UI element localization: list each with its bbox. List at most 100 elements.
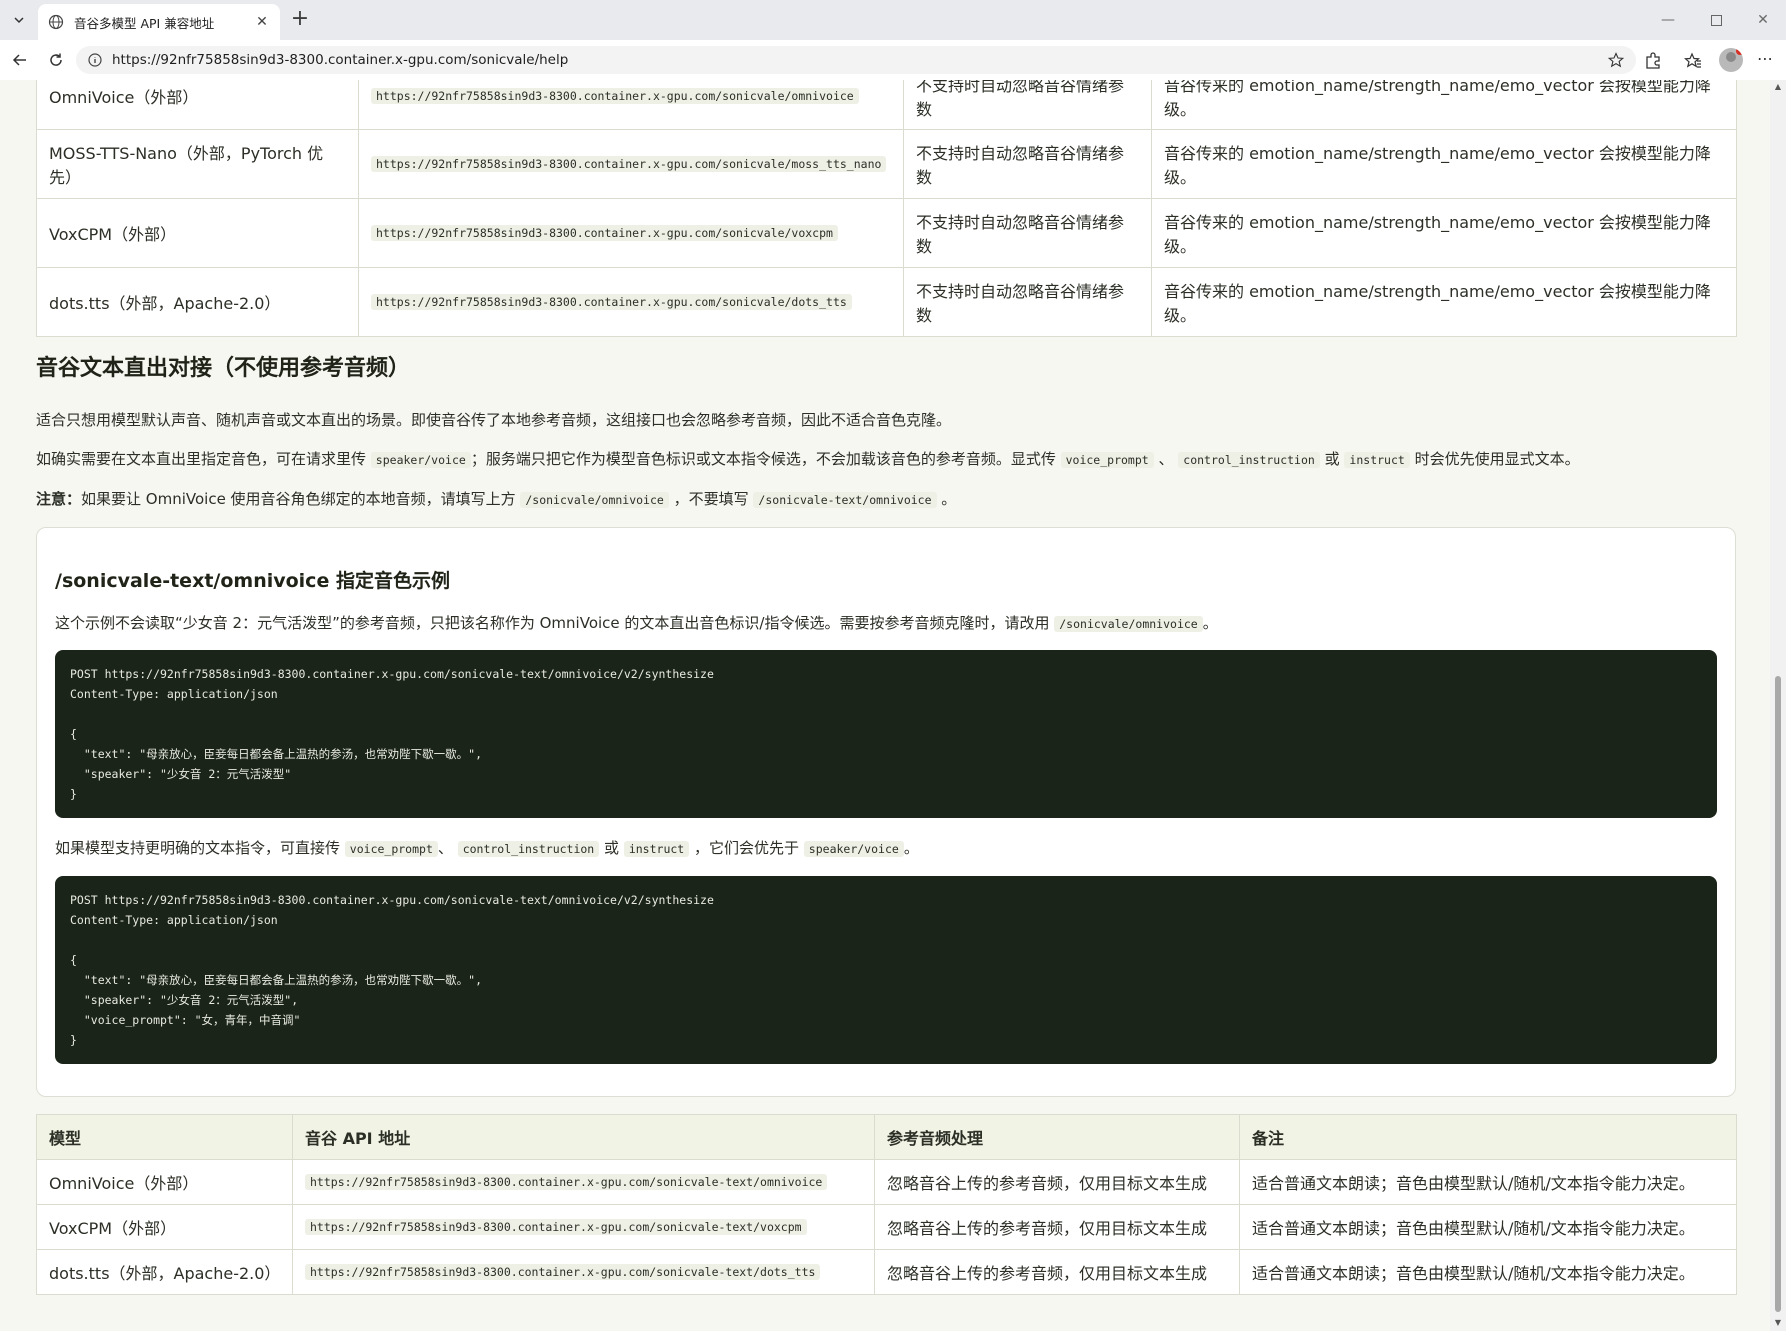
back-arrow-icon[interactable] <box>8 48 32 72</box>
inline-code: instruct <box>623 841 690 857</box>
table-row: MOSS-TTS-Nano（外部，PyTorch 优先） https://92n… <box>36 129 1737 199</box>
table-row: OmniVoice（外部） https://92nfr75858sin9d3-8… <box>36 80 1737 130</box>
scroll-down-arrow-icon[interactable]: ▼ <box>1773 1318 1783 1327</box>
note-cell: 适合普通文本朗读；音色由模型默认/随机/文本指令能力决定。 <box>1239 1249 1737 1295</box>
table-row: dots.tts（外部，Apache-2.0） https://92nfr758… <box>36 1249 1737 1295</box>
section-paragraph-2: 如确实需要在文本直出里指定音色，可在请求里传 speaker/voice ；服务端… <box>36 448 1580 472</box>
browser-tab-active[interactable]: 音谷多模型 API 兼容地址 ✕ <box>38 4 280 40</box>
model-cell: MOSS-TTS-Nano（外部，PyTorch 优先） <box>36 129 359 199</box>
scroll-up-arrow-icon[interactable]: ▲ <box>1773 82 1783 91</box>
profile-avatar[interactable] <box>1719 48 1743 72</box>
table-row: dots.tts（外部，Apache-2.0） https://92nfr758… <box>36 267 1737 337</box>
inline-code: control_instruction <box>1178 452 1320 468</box>
globe-icon <box>48 14 64 30</box>
api-url: https://92nfr75858sin9d3-8300.container.… <box>305 1174 828 1190</box>
handling-cell: 不支持时自动忽略音谷情绪参数 <box>903 80 1152 130</box>
tab-list-chevron-icon[interactable] <box>0 0 38 40</box>
table-header-row: 模型 音谷 API 地址 参考音频处理 备注 <box>36 1114 1737 1160</box>
code-block-example-2[interactable]: POST https://92nfr75858sin9d3-8300.conta… <box>55 876 1717 1064</box>
text-fragment: ，不要填写 <box>673 490 749 508</box>
url-cell: https://92nfr75858sin9d3-8300.container.… <box>292 1204 875 1250</box>
note-cell: 音谷传来的 emotion_name/strength_name/emo_vec… <box>1151 198 1737 268</box>
text-fragment: 时会优先使用显式文本。 <box>1414 450 1580 468</box>
model-cell: dots.tts（外部，Apache-2.0） <box>36 267 359 337</box>
reload-icon[interactable] <box>44 48 68 72</box>
url-cell: https://92nfr75858sin9d3-8300.container.… <box>358 267 904 337</box>
column-header: 音谷 API 地址 <box>292 1114 875 1160</box>
inline-code: /sonicvale-text/omnivoice <box>753 492 937 508</box>
text-fragment: ，它们会优先于 <box>694 839 800 857</box>
text-fragment: 或 <box>604 839 620 857</box>
model-cell: OmniVoice（外部） <box>36 1159 293 1205</box>
note-label: 注意： <box>36 490 82 508</box>
column-header: 备注 <box>1239 1114 1737 1160</box>
inline-code: speaker/voice <box>803 841 904 857</box>
window-close-icon[interactable]: ✕ <box>1740 0 1786 40</box>
text-fragment: 。 <box>941 490 957 508</box>
url-text[interactable]: https://92nfr75858sin9d3-8300.container.… <box>112 52 568 68</box>
note-cell: 适合普通文本朗读；音色由模型默认/随机/文本指令能力决定。 <box>1239 1159 1737 1205</box>
maximize-icon[interactable] <box>1693 0 1739 40</box>
handling-cell: 不支持时自动忽略音谷情绪参数 <box>903 129 1152 199</box>
card-title: /sonicvale-text/omnivoice 指定音色示例 <box>55 570 450 592</box>
site-info-icon[interactable] <box>88 53 102 67</box>
section-note: 注意：如果要让 OmniVoice 使用音谷角色绑定的本地音频，请填写上方 /s… <box>36 488 956 512</box>
scrollbar-thumb[interactable] <box>1775 676 1781 1312</box>
table-row: VoxCPM（外部） https://92nfr75858sin9d3-8300… <box>36 1204 1737 1250</box>
note-cell: 音谷传来的 emotion_name/strength_name/emo_vec… <box>1151 80 1737 130</box>
tab-strip: 音谷多模型 API 兼容地址 ✕ + — ✕ <box>0 0 1786 40</box>
api-url: https://92nfr75858sin9d3-8300.container.… <box>305 1219 807 1235</box>
sonicvale-api-table: OmniVoice（外部） https://92nfr75858sin9d3-8… <box>36 80 1737 337</box>
minimize-icon[interactable]: — <box>1645 0 1691 40</box>
api-url: https://92nfr75858sin9d3-8300.container.… <box>371 294 852 310</box>
model-cell: OmniVoice（外部） <box>36 80 359 130</box>
new-tab-icon[interactable]: + <box>288 8 312 32</box>
url-cell: https://92nfr75858sin9d3-8300.container.… <box>358 129 904 199</box>
text-fragment: 、 <box>437 839 453 857</box>
inline-code: control_instruction <box>457 841 600 857</box>
inline-code: voice_prompt <box>344 841 438 857</box>
sonicvale-text-api-table: 模型 音谷 API 地址 参考音频处理 备注 OmniVoice（外部） htt… <box>36 1114 1737 1295</box>
table-row: OmniVoice（外部） https://92nfr75858sin9d3-8… <box>36 1159 1737 1205</box>
text-fragment: 、 <box>1158 450 1174 468</box>
api-url: https://92nfr75858sin9d3-8300.container.… <box>371 87 859 104</box>
code-block-example-1[interactable]: POST https://92nfr75858sin9d3-8300.conta… <box>55 650 1717 818</box>
handling-cell: 不支持时自动忽略音谷情绪参数 <box>903 198 1152 268</box>
text-fragment: 。 <box>903 839 919 857</box>
handling-cell: 忽略音谷上传的参考音频，仅用目标文本生成 <box>874 1249 1240 1295</box>
more-menu-icon[interactable]: ⋯ <box>1757 51 1775 70</box>
inline-code: /sonicvale/omnivoice <box>520 492 669 508</box>
inline-code: instruct <box>1344 452 1410 468</box>
text-fragment: 这个示例不会读取“少女音 2：元气活泼型”的参考音频，只把该名称作为 OmniV… <box>55 614 1050 632</box>
model-cell: VoxCPM（外部） <box>36 1204 293 1250</box>
handling-cell: 忽略音谷上传的参考音频，仅用目标文本生成 <box>874 1204 1240 1250</box>
page-scrollbar[interactable]: ▲ ▼ <box>1770 80 1786 1331</box>
handling-cell: 不支持时自动忽略音谷情绪参数 <box>903 267 1152 337</box>
tab-title: 音谷多模型 API 兼容地址 <box>74 15 215 31</box>
column-header: 模型 <box>36 1114 293 1160</box>
note-cell: 适合普通文本朗读；音色由模型默认/随机/文本指令能力决定。 <box>1239 1204 1737 1250</box>
text-fragment: 或 <box>1324 450 1340 468</box>
example-card: /sonicvale-text/omnivoice 指定音色示例 这个示例不会读… <box>36 527 1736 1097</box>
model-cell: VoxCPM（外部） <box>36 198 359 268</box>
extensions-icon[interactable] <box>1644 52 1662 70</box>
text-fragment: 如果模型支持更明确的文本指令，可直接传 <box>55 839 341 857</box>
column-header: 参考音频处理 <box>874 1114 1240 1160</box>
inline-code: speaker/voice <box>370 452 471 468</box>
card-description: 这个示例不会读取“少女音 2：元气活泼型”的参考音频，只把该名称作为 OmniV… <box>55 612 1218 636</box>
favorites-icon[interactable] <box>1684 52 1702 70</box>
section-paragraph-1: 适合只想用模型默认声音、随机声音或文本直出的场景。即使音谷传了本地参考音频，这组… <box>36 411 952 429</box>
card-mid-paragraph: 如果模型支持更明确的文本指令，可直接传 voice_prompt、 contro… <box>55 837 919 861</box>
page-content: OmniVoice（外部） https://92nfr75858sin9d3-8… <box>0 80 1770 1331</box>
favorite-star-icon[interactable] <box>1608 52 1624 68</box>
url-cell: https://92nfr75858sin9d3-8300.container.… <box>358 80 904 130</box>
address-bar[interactable]: https://92nfr75858sin9d3-8300.container.… <box>76 46 1636 74</box>
inline-code: voice_prompt <box>1060 452 1154 468</box>
tab-close-icon[interactable]: ✕ <box>252 14 272 30</box>
url-cell: https://92nfr75858sin9d3-8300.container.… <box>358 198 904 268</box>
section-title: 音谷文本直出对接（不使用参考音频） <box>36 356 411 381</box>
text-fragment: 。 <box>1202 614 1218 632</box>
note-cell: 音谷传来的 emotion_name/strength_name/emo_vec… <box>1151 129 1737 199</box>
text-fragment: 如确实需要在文本直出里指定音色，可在请求里传 <box>36 450 367 468</box>
url-cell: https://92nfr75858sin9d3-8300.container.… <box>292 1159 875 1205</box>
